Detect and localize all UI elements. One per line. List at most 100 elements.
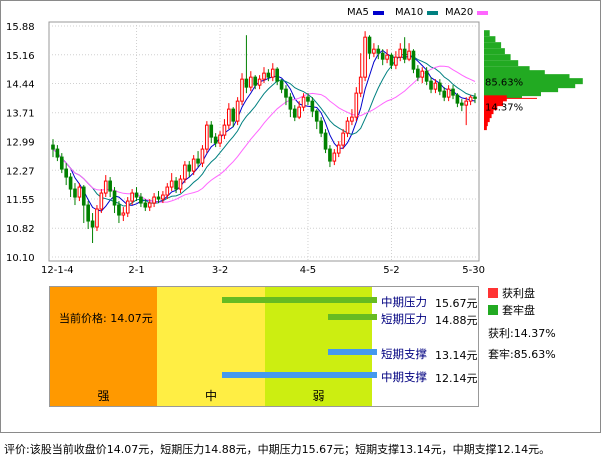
candle-body [187,164,192,172]
y-tick-label: 15.88 [6,22,35,33]
candle-body [420,70,425,78]
level-name-mid-support: 中期支撑 [381,370,427,384]
candle-body [306,96,310,102]
locked-ratio-text: 套牢:85.63% [488,348,556,361]
y-tick-label: 14.44 [6,80,35,91]
candle-body [86,204,90,222]
candle-body [64,168,69,178]
candle-body [451,88,455,96]
candle-body [433,82,438,90]
candle-body [328,148,332,162]
candle-body [143,202,148,208]
level-value-short-resistance: 14.88元 [435,314,478,327]
candle-body [81,186,86,206]
legend-ma20-label: MA20 [445,7,474,18]
level-bar-mid-support [222,372,377,378]
candle-body [336,144,341,154]
candle-body [183,164,187,180]
candle-body [191,158,196,172]
candle-body [424,70,429,82]
candle-body [275,68,280,82]
legend-ma5: MA5 [347,7,384,18]
candle-body [464,100,469,106]
level-bar-mid-resistance [222,297,377,303]
evaluation-text: 评价:该股当前收盘价14.07元，短期压力14.88元，中期压力15.67元；短… [4,443,551,456]
candle-body [121,212,126,216]
candle-body [389,54,394,66]
side-legend-profit: 获利盘 [488,285,535,301]
candle-body [363,36,367,78]
candle-body [196,158,200,164]
candle-body [257,78,262,86]
candle-body [51,144,55,150]
candle-body [90,220,95,228]
candle-body [332,152,337,162]
candle-body [468,96,473,102]
profit-chip-bar [484,124,487,131]
candle-body [323,132,328,150]
candle-body [345,120,350,134]
candle-body [301,96,306,108]
legend-ma5-swatch [372,10,384,15]
candle-body [112,190,117,206]
candle-body [174,180,178,190]
candle-body [442,90,447,98]
candle-body [385,54,389,60]
candle-body [350,116,354,122]
candle-body [200,148,205,164]
candle-body [103,180,108,194]
candle-body [398,48,403,58]
candle-body [279,80,284,90]
candle-body [358,76,363,94]
locked-chip-bar [484,60,519,67]
candle-body [314,110,319,122]
y-tick-label: 10.82 [6,224,35,235]
candle-body [147,202,152,208]
candle-body [165,186,170,196]
locked-chip-bar [484,54,511,61]
candle-body [139,196,143,204]
candle-body [117,204,121,216]
kline-chart: 15.88 15.16 14.44 13.71 12.99 12.27 11.55 10.82… [6,21,583,276]
legend-ma10: MA10 [395,7,439,18]
candle-body [284,88,288,98]
y-tick-label: 11.55 [6,195,35,206]
profit-swatch [488,288,498,298]
profit-ratio-text: 获利:14.37% [488,327,556,340]
locked-swatch [488,305,498,315]
zone-strong-label: 强 [97,389,110,403]
support-resistance-panel: 强 中 弱 当前价格: 14.07元 中期压力 15.67元 短期压力 14.8… [49,286,479,407]
x-tick-label: 5-2 [383,265,399,276]
y-axis-ticks: 15.88 15.16 14.44 13.71 12.99 12.27 11.55 10.82… [6,22,35,264]
level-bar-short-resistance [328,314,377,320]
level-bar-short-support [328,349,377,355]
candle-body [240,78,244,102]
current-price-label: 当前价格: 14.07元 [59,312,153,325]
candle-body [55,148,60,158]
candle-body [429,80,433,90]
y-tick-label: 15.16 [6,51,35,62]
legend-ma10-label: MA10 [395,7,424,18]
candle-body [213,136,218,144]
candle-body [253,76,258,86]
level-name-short-support: 短期支撑 [381,347,427,361]
candle-body [77,186,82,198]
level-value-mid-resistance: 15.67元 [435,297,478,310]
locked-chip-bar [484,36,496,43]
candle-body [341,132,345,146]
candle-body [473,96,477,99]
candle-body [130,192,134,202]
x-tick-label: 2-1 [128,265,144,276]
candle-body [310,100,315,112]
candle-body [380,52,385,60]
zone-medium: 中 [157,287,265,406]
y-tick-label: 12.99 [6,138,35,149]
candle-body [235,100,240,122]
zone-weak: 弱 [265,287,372,406]
candle-body [394,56,398,66]
candle-body [266,72,271,78]
locked-chip-bar [484,42,502,49]
candle-body [416,68,420,78]
candle-body [68,176,73,190]
y-tick-label: 12.27 [6,166,35,177]
